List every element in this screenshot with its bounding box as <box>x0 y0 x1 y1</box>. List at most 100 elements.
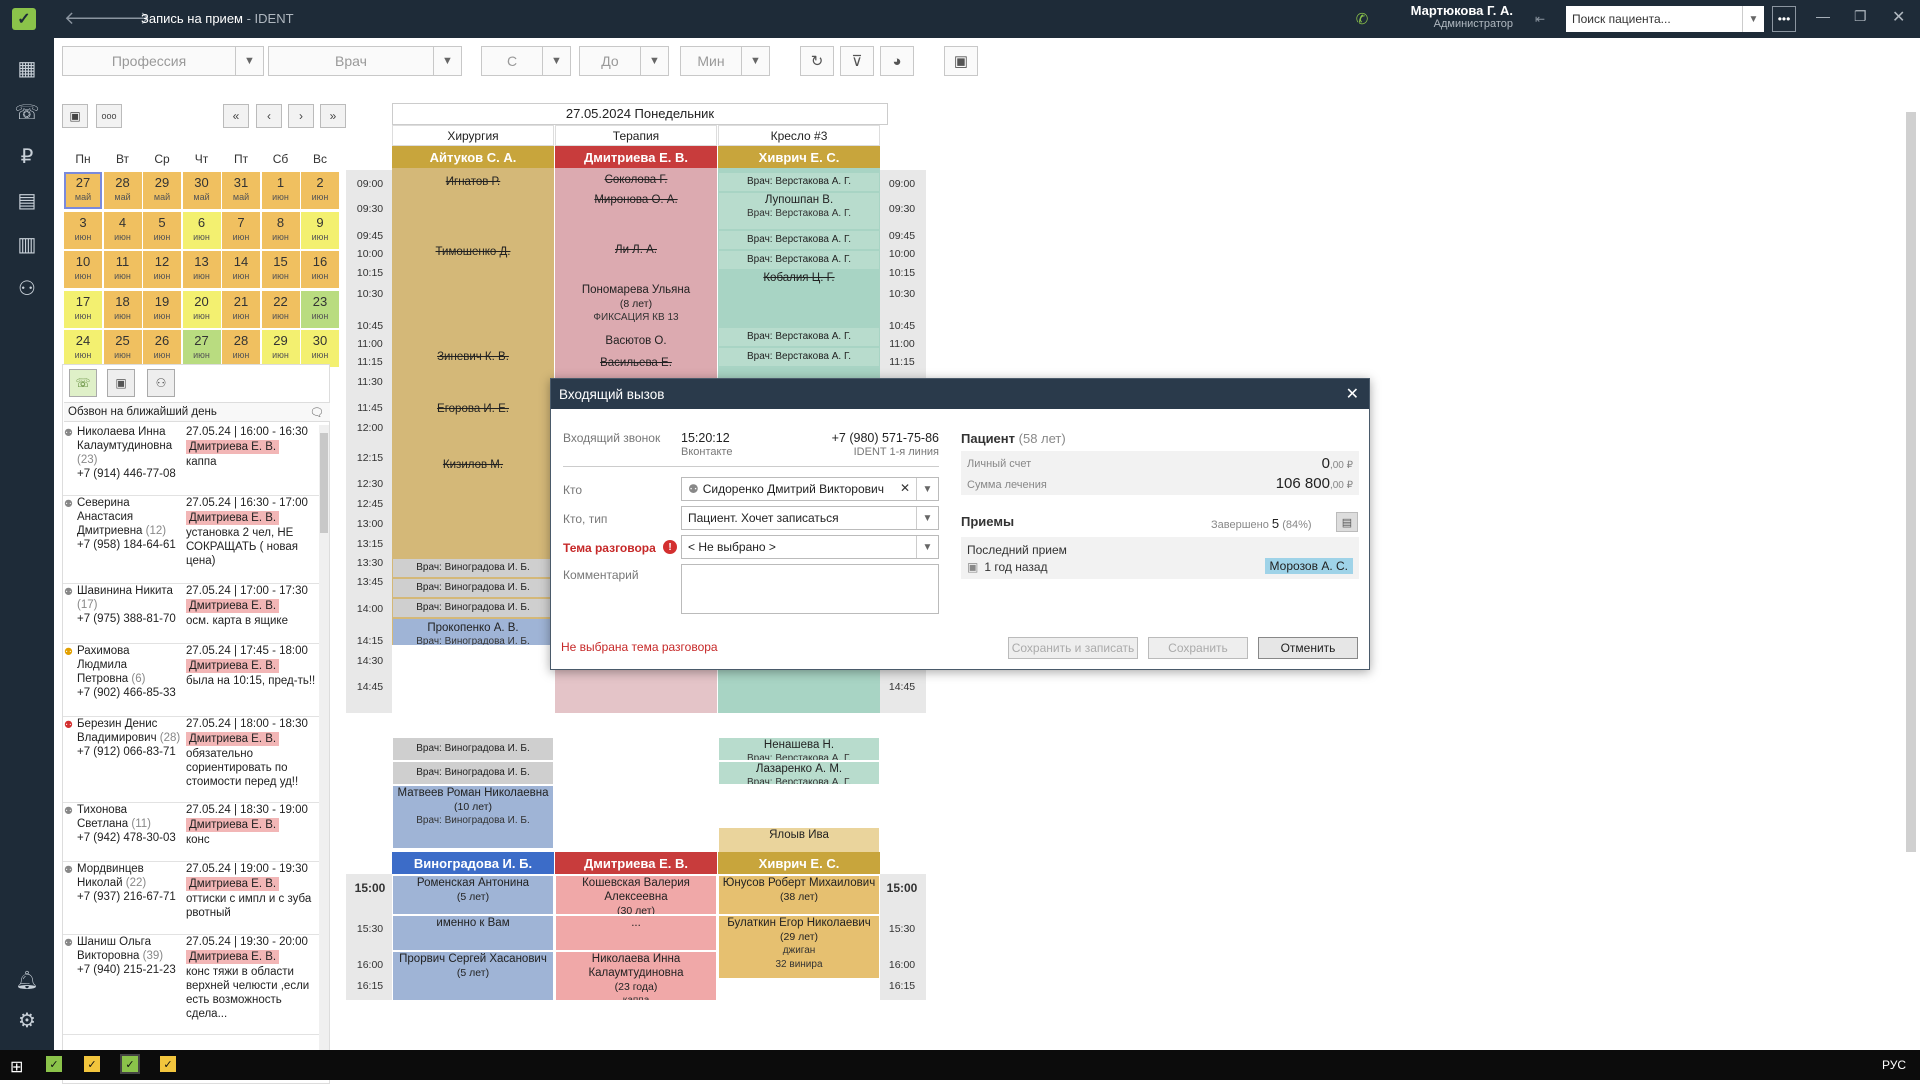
app-taskbar-icon[interactable]: ✓ <box>84 1056 100 1072</box>
app-taskbar-icon[interactable]: ✓ <box>120 1054 140 1074</box>
calendar-day[interactable]: 27 июн <box>182 330 221 367</box>
from-select[interactable]: С ▼ <box>481 46 571 76</box>
calendar-day[interactable]: 28 июн <box>222 330 260 367</box>
call-list-item[interactable]: ⚉ Северина Анастасия Дмитриевна (12) +7 (9… <box>63 496 323 584</box>
appointment[interactable]: Кобалия Ц. Г. <box>719 271 879 289</box>
appointment[interactable]: именно к Вам <box>393 916 553 950</box>
visits-card-icon[interactable]: ▤ <box>1336 512 1358 532</box>
user-info[interactable]: Мартюкова Г. А. Администратор <box>1389 3 1513 30</box>
next-month-icon[interactable]: » <box>320 104 346 128</box>
calendar-day[interactable]: 28 май <box>103 172 142 209</box>
profession-select[interactable]: Профессия ▼ <box>62 46 264 76</box>
reports-icon[interactable]: ▥ <box>12 230 42 258</box>
more-icon[interactable]: ••• <box>1772 6 1796 32</box>
calendar-settings-icon[interactable]: ▣ <box>944 46 978 76</box>
chevron-down-icon[interactable]: ▼ <box>916 507 938 529</box>
calendar-day[interactable]: 15 июн <box>261 251 300 288</box>
calendar-day[interactable]: 1 июн <box>261 172 300 209</box>
appointment[interactable]: Булаткин Егор Николаевич (29 лет) джиган 32… <box>719 916 879 978</box>
appointment[interactable]: Врач: Виноградова И. Б. <box>393 599 553 617</box>
patients-tab-icon[interactable]: ⚇ <box>147 369 175 397</box>
topic-select[interactable]: < Не выбрано > ▼ <box>681 535 939 559</box>
type-select[interactable]: Пациент. Хочет записаться ▼ <box>681 506 939 530</box>
appointment[interactable]: Врач: Верстакова А. Г. <box>719 173 879 191</box>
toggle-view-icon[interactable]: ◕ <box>880 46 914 76</box>
calendar-day[interactable]: 31 май <box>222 172 260 209</box>
close-window-icon[interactable]: ✕ <box>1892 7 1905 27</box>
calendar-day[interactable]: 29 июн <box>261 330 300 367</box>
to-select[interactable]: До ▼ <box>579 46 669 76</box>
appointment[interactable]: Ялоыв Ива <box>719 828 879 852</box>
windows-start-icon[interactable]: ⊞ <box>10 1057 23 1077</box>
calendar-day[interactable]: 10 июн <box>64 251 102 288</box>
min-select[interactable]: Мин ▼ <box>680 46 770 76</box>
calendar-day[interactable]: 30 май <box>182 172 221 209</box>
appointment[interactable]: Лупошпан В. Врач: Верстакова А. Г. <box>719 193 879 229</box>
doctor-header[interactable]: Айтуков С. А. <box>392 146 554 168</box>
appointment[interactable]: Соколова Г. <box>556 173 716 191</box>
calendar-day[interactable]: 27 май <box>64 172 102 209</box>
calendar-day[interactable]: 2 июн <box>301 172 339 209</box>
doctor-header[interactable]: Хиврич Е. С. <box>718 146 880 168</box>
calendar-day[interactable]: 21 июн <box>222 290 260 328</box>
appointment[interactable]: Врач: Виноградова И. Б. <box>393 738 553 760</box>
appointment[interactable]: Ли Л. А. <box>556 243 716 267</box>
appointments-tab-icon[interactable]: ▣ <box>107 369 135 397</box>
save-button[interactable]: Сохранить <box>1148 637 1248 659</box>
more-dates-icon[interactable]: ooo <box>96 104 122 128</box>
logout-icon[interactable]: ⇤ <box>1528 8 1552 30</box>
appointment[interactable]: Врач: Верстакова А. Г. <box>719 328 879 346</box>
chevron-down-icon[interactable]: ▼ <box>916 536 938 558</box>
doctor-header[interactable]: Хиврич Е. С. <box>718 852 880 874</box>
appointment[interactable]: Николаева Инна Калаумтудиновна (23 года)к… <box>556 952 716 1000</box>
appointment[interactable]: Игнатов Р. <box>393 173 553 213</box>
schedule-icon[interactable]: ▦ <box>12 54 42 82</box>
appointment[interactable]: Тимошенко Д. <box>393 243 553 343</box>
calendar-day[interactable]: 17 июн <box>64 290 102 328</box>
appointment[interactable]: Кизилов М. <box>393 456 553 558</box>
calendar-day[interactable]: 5 июн <box>143 211 181 249</box>
calendar-day[interactable]: 20 июн <box>182 290 221 328</box>
appointment[interactable]: Врач: Верстакова А. Г. <box>719 348 879 366</box>
refresh-icon[interactable]: ↻ <box>800 46 834 76</box>
call-list-item[interactable]: ⚉ Шаниш Ольга Викторовна (39) +7 (940) 215… <box>63 935 323 1035</box>
calendar-day[interactable]: 18 июн <box>103 290 142 328</box>
chevron-down-icon[interactable]: ▼ <box>916 478 938 500</box>
appointment[interactable]: Врач: Верстакова А. Г. <box>719 251 879 269</box>
comment-textarea[interactable] <box>681 564 939 614</box>
cancel-button[interactable]: Отменить <box>1258 637 1358 659</box>
appointment[interactable]: Врач: Виноградова И. Б. <box>393 762 553 784</box>
settings-gear-icon[interactable]: ⚙ <box>12 1006 42 1034</box>
appointment[interactable]: Ненашева Н. Врач: Верстакова А. Г. <box>719 738 879 760</box>
prev-month-icon[interactable]: « <box>223 104 249 128</box>
appointment[interactable]: Миронова О. А. <box>556 193 716 241</box>
appointment[interactable]: Роменская Антонина (5 лет) <box>393 876 553 914</box>
calendar-day[interactable]: 7 июн <box>222 211 260 249</box>
save-and-book-button[interactable]: Сохранить и записать <box>1008 637 1138 659</box>
language-indicator[interactable]: РУС <box>1882 1058 1906 1072</box>
appointment[interactable]: Врач: Виноградова И. Б. <box>393 559 553 577</box>
calendar-day[interactable]: 3 июн <box>64 211 102 249</box>
calendar-day[interactable]: 11 июн <box>103 251 142 288</box>
who-field[interactable]: ⚉ Сидоренко Дмитрий Викторович ✕ ▼ <box>681 477 939 501</box>
clear-filter-icon[interactable]: ⊽ <box>840 46 874 76</box>
call-list-tab-icon[interactable]: ☏ <box>69 369 97 397</box>
calendar-day[interactable]: 19 июн <box>143 290 181 328</box>
comment-icon[interactable]: 🗨︎ <box>309 405 324 419</box>
calendar-day[interactable]: 12 июн <box>143 251 181 288</box>
call-list-item[interactable]: ⚉ Николаева Инна Калаумтудиновна (23) +7 (… <box>63 425 323 496</box>
calendar-day[interactable]: 9 июн <box>301 211 339 249</box>
appointment[interactable]: ... <box>556 916 716 950</box>
appointment[interactable]: Врач: Верстакова А. Г. <box>719 231 879 249</box>
maximize-icon[interactable]: ❐ <box>1854 8 1867 25</box>
appointment[interactable]: Матвеев Роман Николаевна (10 лет) Врач: Ви… <box>393 786 553 848</box>
calendar-day[interactable]: 8 июн <box>261 211 300 249</box>
app-taskbar-icon[interactable]: ✓ <box>160 1056 176 1072</box>
today-calendar-icon[interactable]: ▣ <box>62 104 88 128</box>
call-list-item[interactable]: ⚉ Шавинина Никита (17) +7 (975) 388-81-70 2… <box>63 584 323 644</box>
next-week-icon[interactable]: › <box>288 104 314 128</box>
appointment[interactable]: Прокопенко А. В. Врач: Виноградова И. Б. <box>393 619 553 645</box>
calendar-day[interactable]: 13 июн <box>182 251 221 288</box>
phone-icon[interactable]: ✆ <box>1350 6 1374 32</box>
call-list-item[interactable]: ⚉ Мордвинцев Николай (22) +7 (937) 216-67-… <box>63 862 323 935</box>
